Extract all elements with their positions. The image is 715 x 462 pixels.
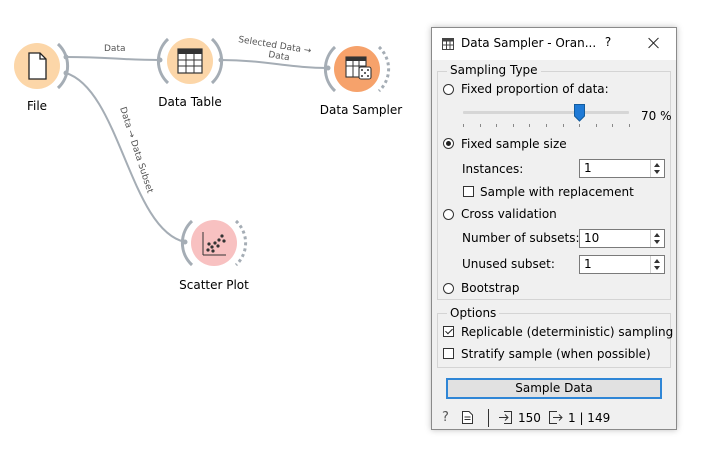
sampling-type-title: Sampling Type bbox=[447, 63, 541, 77]
slider-tick bbox=[596, 124, 597, 127]
input-icon bbox=[499, 411, 512, 424]
stratify-checkbox[interactable] bbox=[443, 348, 454, 359]
replicable-label[interactable]: Replicable (deterministic) sampling bbox=[461, 325, 673, 339]
unused-subset-stepper[interactable] bbox=[650, 256, 664, 273]
sample-data-button[interactable]: Sample Data bbox=[446, 378, 662, 399]
fixed-proportion-label[interactable]: Fixed proportion of data: bbox=[461, 82, 609, 96]
slider-tick bbox=[529, 124, 530, 127]
link-label-table-sampler-2: Data bbox=[268, 50, 291, 63]
bootstrap-radio[interactable] bbox=[443, 283, 454, 294]
close-button[interactable] bbox=[644, 33, 664, 53]
instances-value[interactable]: 1 bbox=[584, 161, 592, 175]
data-table-node[interactable] bbox=[156, 37, 224, 85]
cross-validation-radio[interactable] bbox=[443, 209, 454, 220]
file-node-label: File bbox=[26, 99, 48, 113]
help-icon[interactable]: ? bbox=[442, 410, 449, 425]
proportion-slider-track[interactable] bbox=[463, 111, 629, 114]
subsets-value[interactable]: 10 bbox=[584, 231, 599, 245]
unused-subset-label: Unused subset: bbox=[462, 257, 555, 271]
report-icon[interactable] bbox=[462, 411, 473, 424]
fixed-sample-size-label[interactable]: Fixed sample size bbox=[461, 137, 567, 151]
slider-tick bbox=[629, 124, 630, 127]
input-count: 150 bbox=[518, 411, 541, 425]
file-node[interactable] bbox=[14, 42, 70, 90]
slider-tick bbox=[563, 124, 564, 127]
dialog-titlebar[interactable]: Data Sampler - Oran... ? bbox=[432, 28, 676, 60]
scatter-plot-node[interactable] bbox=[180, 219, 248, 267]
app-table-icon bbox=[442, 38, 454, 50]
slider-tick bbox=[612, 124, 613, 127]
instances-spinbox[interactable]: 1 bbox=[579, 159, 665, 178]
options-title: Options bbox=[447, 306, 500, 320]
data-table-node-label: Data Table bbox=[158, 95, 222, 109]
stratify-label[interactable]: Stratify sample (when possible) bbox=[461, 347, 651, 361]
subsets-spinbox[interactable]: 10 bbox=[579, 229, 665, 248]
data-sampler-node-label: Data Sampler bbox=[319, 103, 403, 117]
data-sampler-node[interactable] bbox=[323, 45, 391, 93]
table-icon bbox=[177, 48, 203, 74]
output-count: 1 | 149 bbox=[568, 411, 611, 425]
instances-label: Instances: bbox=[462, 162, 524, 176]
slider-tick bbox=[513, 124, 514, 127]
subsets-stepper[interactable] bbox=[650, 230, 664, 247]
proportion-slider-handle[interactable] bbox=[574, 104, 585, 122]
subsets-label: Number of subsets: bbox=[462, 231, 580, 245]
status-divider bbox=[488, 409, 489, 427]
bootstrap-label[interactable]: Bootstrap bbox=[461, 281, 519, 295]
help-button[interactable]: ? bbox=[600, 35, 616, 49]
proportion-value-label: 70 % bbox=[641, 109, 672, 123]
link-label-file-scatter: Data → Data Subset bbox=[117, 106, 154, 195]
link-file-to-table[interactable] bbox=[65, 56, 161, 61]
replicable-checkbox[interactable] bbox=[443, 326, 454, 337]
slider-tick bbox=[546, 124, 547, 127]
slider-tick bbox=[463, 124, 464, 127]
slider-tick bbox=[480, 124, 481, 127]
unused-subset-value[interactable]: 1 bbox=[584, 257, 592, 271]
slider-tick bbox=[496, 124, 497, 127]
link-label-file-table: Data bbox=[104, 44, 126, 54]
unused-subset-spinbox[interactable]: 1 bbox=[579, 255, 665, 274]
file-icon bbox=[28, 52, 47, 80]
dialog-title: Data Sampler - Oran... bbox=[461, 36, 597, 50]
replacement-checkbox[interactable] bbox=[463, 186, 474, 197]
fixed-sample-size-radio[interactable] bbox=[443, 138, 454, 149]
scatter-plot-node-label: Scatter Plot bbox=[179, 278, 249, 292]
replacement-label[interactable]: Sample with replacement bbox=[480, 185, 634, 199]
slider-tick bbox=[579, 124, 580, 127]
output-icon bbox=[549, 411, 563, 424]
cross-validation-label[interactable]: Cross validation bbox=[461, 207, 557, 221]
instances-stepper[interactable] bbox=[650, 160, 664, 177]
fixed-proportion-radio[interactable] bbox=[443, 84, 454, 95]
link-table-to-sampler[interactable] bbox=[220, 59, 329, 69]
